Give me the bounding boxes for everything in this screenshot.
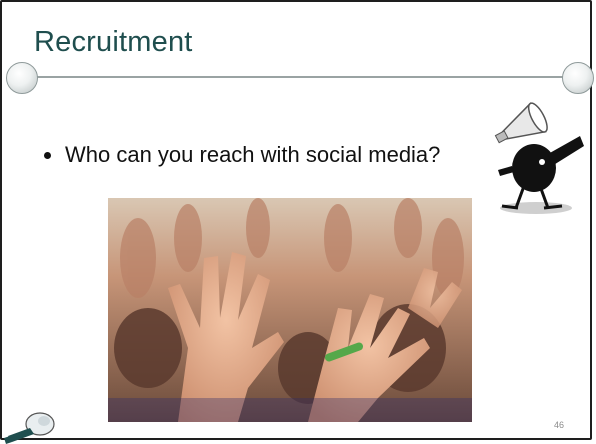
- presentation-slide: Recruitment Who can you reach with socia…: [0, 0, 596, 444]
- crowd-raised-hands-photo: [108, 198, 472, 422]
- megaphone-mascot-icon: [494, 102, 584, 214]
- left-knob-icon: [6, 62, 38, 94]
- title-divider: [24, 76, 572, 78]
- slide-number: 46: [554, 420, 565, 430]
- figure-corner-icon: [4, 412, 55, 444]
- right-knob-icon: [562, 62, 594, 94]
- slide-title: Recruitment: [34, 26, 193, 58]
- bullet-text: Who can you reach with social media?: [65, 142, 441, 167]
- bullet-dot-icon: [44, 151, 51, 159]
- bullet-item: Who can you reach with social media?: [44, 142, 440, 168]
